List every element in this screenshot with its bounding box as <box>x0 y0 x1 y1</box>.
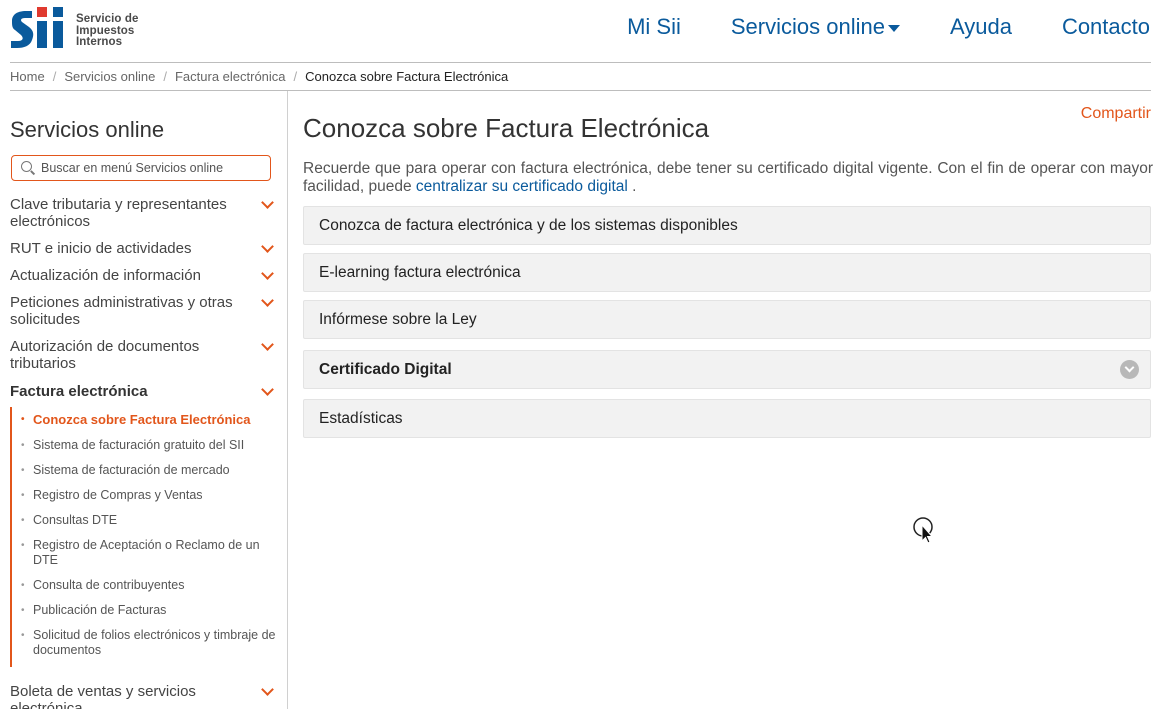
subitem-registro-compras-ventas[interactable]: Registro de Compras y Ventas <box>21 488 276 503</box>
caret-down-icon <box>887 24 900 32</box>
accordion-label: Infórmese sobre la Ley <box>319 310 477 328</box>
intro-paragraph: Recuerde que para operar con factura ele… <box>303 160 1153 196</box>
sidebar-item-label: Clave tributaria y representantes electr… <box>10 196 227 230</box>
logo-text-line: Internos <box>76 36 123 48</box>
accordion-label: E-learning factura electrónica <box>319 263 521 281</box>
factura-electronica-submenu: Conozca sobre Factura Electrónica Sistem… <box>10 407 280 667</box>
sidebar-item-label: Peticiones administrativas y otras solic… <box>10 294 233 328</box>
accordion-label: Conozca de factura electrónica y de los … <box>319 216 738 234</box>
logo-text: Servicio de Impuestos Internos <box>76 13 139 49</box>
logo-text-line: Servicio de <box>76 13 139 25</box>
sii-logo-mark <box>11 7 63 48</box>
search-icon <box>21 161 35 175</box>
chevron-down-icon <box>262 385 272 395</box>
nav-servicios-online[interactable]: Servicios online <box>731 14 900 40</box>
subitem-publicacion-facturas[interactable]: Publicación de Facturas <box>21 603 276 618</box>
accordion-conozca-factura[interactable]: Conozca de factura electrónica y de los … <box>303 206 1151 245</box>
sidebar-search-input[interactable] <box>41 161 261 175</box>
breadcrumb-servicios-online[interactable]: Servicios online <box>64 69 155 84</box>
chevron-down-icon <box>262 269 272 279</box>
sidebar-item-label: Factura electrónica <box>10 383 148 400</box>
breadcrumb: Home / Servicios online / Factura electr… <box>10 69 508 84</box>
top-nav: Mi Sii Servicios online Ayuda Contacto <box>577 14 1150 40</box>
sidebar-item-label: Boleta de ventas y servicios electrónica <box>10 683 196 709</box>
nav-mi-sii[interactable]: Mi Sii <box>627 14 681 40</box>
sidebar-item-rut[interactable]: RUT e inicio de actividades <box>10 240 275 257</box>
accordion-label: Certificado Digital <box>319 360 452 378</box>
sidebar-title: Servicios online <box>10 117 165 142</box>
sidebar-item-clave-tributaria[interactable]: Clave tributaria y representantes electr… <box>10 196 275 230</box>
breadcrumb-separator: / <box>293 69 298 84</box>
subitem-conozca-factura[interactable]: Conozca sobre Factura Electrónica <box>21 412 276 427</box>
breadcrumb-separator: / <box>52 69 57 84</box>
accordion-certificado-digital[interactable]: Certificado Digital <box>303 350 1151 389</box>
sidebar-item-peticiones[interactable]: Peticiones administrativas y otras solic… <box>10 294 275 328</box>
chevron-down-icon <box>262 340 272 350</box>
share-link[interactable]: Compartir <box>1081 105 1151 123</box>
header-divider <box>10 62 1151 63</box>
chevron-circle-down-icon <box>1120 360 1139 379</box>
sidebar-search <box>11 155 271 181</box>
accordion-label: Estadísticas <box>319 409 403 427</box>
subitem-sistema-mercado[interactable]: Sistema de facturación de mercado <box>21 463 276 478</box>
accordion-e-learning[interactable]: E-learning factura electrónica <box>303 253 1151 292</box>
chevron-down-icon <box>262 198 272 208</box>
sidebar-item-label: Autorización de documentos tributarios <box>10 338 200 372</box>
page-title: Conozca sobre Factura Electrónica <box>303 113 710 143</box>
sidebar-item-factura-electronica[interactable]: Factura electrónica <box>10 383 275 400</box>
sidebar: Servicios online Clave tributaria y repr… <box>0 91 288 709</box>
mouse-cursor-icon <box>913 517 934 544</box>
breadcrumb-separator: / <box>163 69 167 84</box>
chevron-down-icon <box>262 296 272 306</box>
centralizar-certificado-link[interactable]: centralizar su certificado digital <box>416 178 628 195</box>
subitem-sistema-gratuito[interactable]: Sistema de facturación gratuito del SII <box>21 438 276 453</box>
intro-end: . <box>627 178 637 195</box>
subitem-consultas-dte[interactable]: Consultas DTE <box>21 513 276 528</box>
sidebar-item-boleta[interactable]: Boleta de ventas y servicios electrónica <box>10 683 275 709</box>
subitem-consulta-contribuyentes[interactable]: Consulta de contribuyentes <box>21 578 276 593</box>
accordion-estadisticas[interactable]: Estadísticas <box>303 399 1151 438</box>
sidebar-item-label: Actualización de información <box>10 267 201 284</box>
breadcrumb-current: Conozca sobre Factura Electrónica <box>305 69 509 84</box>
sidebar-item-autorizacion[interactable]: Autorización de documentos tributarios <box>10 338 275 372</box>
breadcrumb-home[interactable]: Home <box>10 69 45 84</box>
nav-contacto[interactable]: Contacto <box>1062 14 1150 40</box>
accordion-informese-ley[interactable]: Infórmese sobre la Ley <box>303 300 1151 339</box>
nav-servicios-online-label: Servicios online <box>730 14 885 39</box>
chevron-down-icon <box>262 685 272 695</box>
chevron-down-icon <box>262 242 272 252</box>
sidebar-item-label: RUT e inicio de actividades <box>10 240 192 257</box>
subitem-registro-aceptacion[interactable]: Registro de Aceptación o Reclamo de un D… <box>21 538 276 568</box>
sii-logo[interactable]: Servicio de Impuestos Internos <box>10 4 150 54</box>
subitem-solicitud-folios[interactable]: Solicitud de folios electrónicos y timbr… <box>21 628 276 658</box>
breadcrumb-factura-electronica[interactable]: Factura electrónica <box>175 69 286 84</box>
sidebar-item-actualizacion[interactable]: Actualización de información <box>10 267 275 284</box>
nav-ayuda[interactable]: Ayuda <box>950 14 1012 40</box>
site-header: Servicio de Impuestos Internos Mi Sii Se… <box>0 0 1157 62</box>
